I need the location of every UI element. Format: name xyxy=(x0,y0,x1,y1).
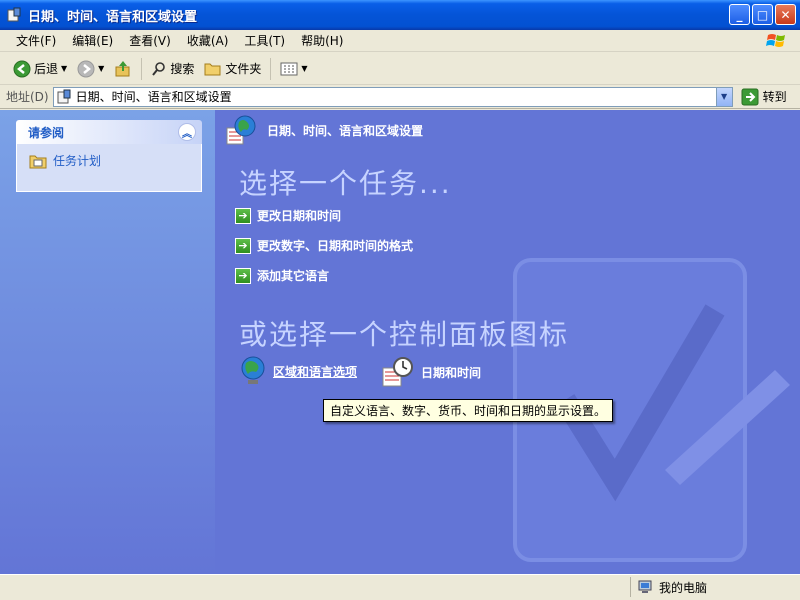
title-bar[interactable]: 日期、时间、语言和区域设置 _ □ ✕ xyxy=(0,0,800,30)
address-label: 地址(D) xyxy=(6,90,49,104)
toolbar-separator xyxy=(141,57,143,80)
menu-file[interactable]: 文件(F) xyxy=(8,32,64,49)
regional-language-options-label: 区域和语言选项 xyxy=(273,364,358,379)
date-time-link[interactable]: 日期和时间 xyxy=(381,356,481,388)
task-label: 添加其它语言 xyxy=(257,269,330,283)
menu-edit[interactable]: 编辑(E) xyxy=(64,32,121,49)
task-arrow-icon: ➔ xyxy=(235,237,251,254)
go-button[interactable]: 转到 xyxy=(741,88,787,106)
close-icon: ✕ xyxy=(780,7,791,22)
menu-tools[interactable]: 工具(T) xyxy=(236,32,293,49)
minimize-icon: _ xyxy=(736,7,743,22)
address-input[interactable]: 日期、时间、语言和区域设置 ▼ xyxy=(52,86,733,107)
toolbar-separator xyxy=(270,57,272,80)
views-button[interactable]: ▼ xyxy=(275,56,312,82)
status-computer-label: 我的电脑 xyxy=(659,580,708,595)
address-dropdown-icon[interactable]: ▼ xyxy=(715,87,732,106)
search-label: 搜索 xyxy=(170,62,195,76)
back-button[interactable]: 后退 ▼ xyxy=(8,56,72,82)
status-zone: 我的电脑 xyxy=(630,577,707,597)
status-bar: 我的电脑 xyxy=(0,574,800,600)
see-also-title: 请参阅 xyxy=(28,125,65,140)
forward-arrow-icon xyxy=(77,60,95,77)
folders-button[interactable]: 文件夹 xyxy=(199,56,266,82)
maximize-icon: □ xyxy=(756,7,769,22)
up-folder-icon xyxy=(115,60,130,76)
task-label: 更改日期和时间 xyxy=(257,209,342,223)
forward-dropdown-icon[interactable]: ▼ xyxy=(98,64,104,73)
category-header: 日期、时间、语言和区域设置 xyxy=(225,114,423,146)
close-button[interactable]: ✕ xyxy=(775,4,796,25)
date-time-label: 日期和时间 xyxy=(421,365,482,380)
calendar-clock-icon xyxy=(382,357,413,387)
menu-view[interactable]: 查看(V) xyxy=(121,32,179,49)
tooltip: 自定义语言、数字、货币、时间和日期的显示设置。 xyxy=(323,399,614,422)
views-grid-icon xyxy=(280,62,298,75)
menu-favorites[interactable]: 收藏(A) xyxy=(179,32,237,49)
task-add-languages[interactable]: ➔ 添加其它语言 xyxy=(235,267,329,284)
task-arrow-icon: ➔ xyxy=(235,267,251,284)
main-pane: 日期、时间、语言和区域设置 选择一个任务... ➔ 更改日期和时间 ➔ 更改数字… xyxy=(215,110,800,574)
task-change-formats[interactable]: ➔ 更改数字、日期和时间的格式 xyxy=(235,237,413,254)
pick-task-heading: 选择一个任务... xyxy=(239,167,452,200)
search-icon xyxy=(152,61,166,76)
globe-icon xyxy=(241,356,265,384)
go-arrow-icon xyxy=(741,88,759,105)
window-title: 日期、时间、语言和区域设置 xyxy=(28,9,198,25)
globe-calendar-icon xyxy=(226,115,256,145)
address-bar: 地址(D) 日期、时间、语言和区域设置 ▼ 转到 xyxy=(0,85,800,109)
windows-logo-icon xyxy=(762,31,792,51)
back-dropdown-icon[interactable]: ▼ xyxy=(61,64,67,73)
folder-icon xyxy=(204,63,221,75)
see-also-panel: 请参阅 ︽ 任务计划 xyxy=(16,120,202,192)
regional-language-options-link[interactable]: 区域和语言选项 xyxy=(239,356,357,386)
address-value: 日期、时间、语言和区域设置 xyxy=(75,90,232,104)
folders-label: 文件夹 xyxy=(225,62,262,76)
control-panel-icon xyxy=(57,89,71,103)
menu-help[interactable]: 帮助(H) xyxy=(293,32,351,49)
minimize-button[interactable]: _ xyxy=(729,4,750,25)
scheduled-tasks-icon xyxy=(29,155,47,168)
category-title: 日期、时间、语言和区域设置 xyxy=(267,123,424,138)
menu-bar: 文件(F) 编辑(E) 查看(V) 收藏(A) 工具(T) 帮助(H) xyxy=(0,30,800,52)
see-also-body: 任务计划 xyxy=(16,144,202,192)
task-label: 更改数字、日期和时间的格式 xyxy=(257,239,414,253)
go-label: 转到 xyxy=(762,90,787,104)
toolbar: 后退 ▼ ▼ 搜索 文件夹 ▼ xyxy=(0,53,800,85)
pick-icon-heading: 或选择一个控制面板图标 xyxy=(239,318,570,351)
left-task-pane: 请参阅 ︽ 任务计划 xyxy=(0,110,215,574)
forward-button[interactable]: ▼ xyxy=(72,56,109,82)
control-panel-icon xyxy=(7,7,21,22)
see-also-header[interactable]: 请参阅 ︽ xyxy=(16,120,202,144)
back-arrow-icon xyxy=(13,60,31,77)
task-change-date-time[interactable]: ➔ 更改日期和时间 xyxy=(235,207,341,224)
task-arrow-icon: ➔ xyxy=(235,207,251,224)
collapse-chevron-icon[interactable]: ︽ xyxy=(178,123,196,141)
scheduled-tasks-label: 任务计划 xyxy=(53,154,102,168)
maximize-button[interactable]: □ xyxy=(752,4,773,25)
views-dropdown-icon[interactable]: ▼ xyxy=(301,64,307,73)
my-computer-icon xyxy=(638,580,652,593)
back-label: 后退 xyxy=(34,62,59,76)
search-button[interactable]: 搜索 xyxy=(146,56,199,82)
up-button[interactable] xyxy=(109,56,137,82)
scheduled-tasks-link[interactable]: 任务计划 xyxy=(29,152,189,169)
